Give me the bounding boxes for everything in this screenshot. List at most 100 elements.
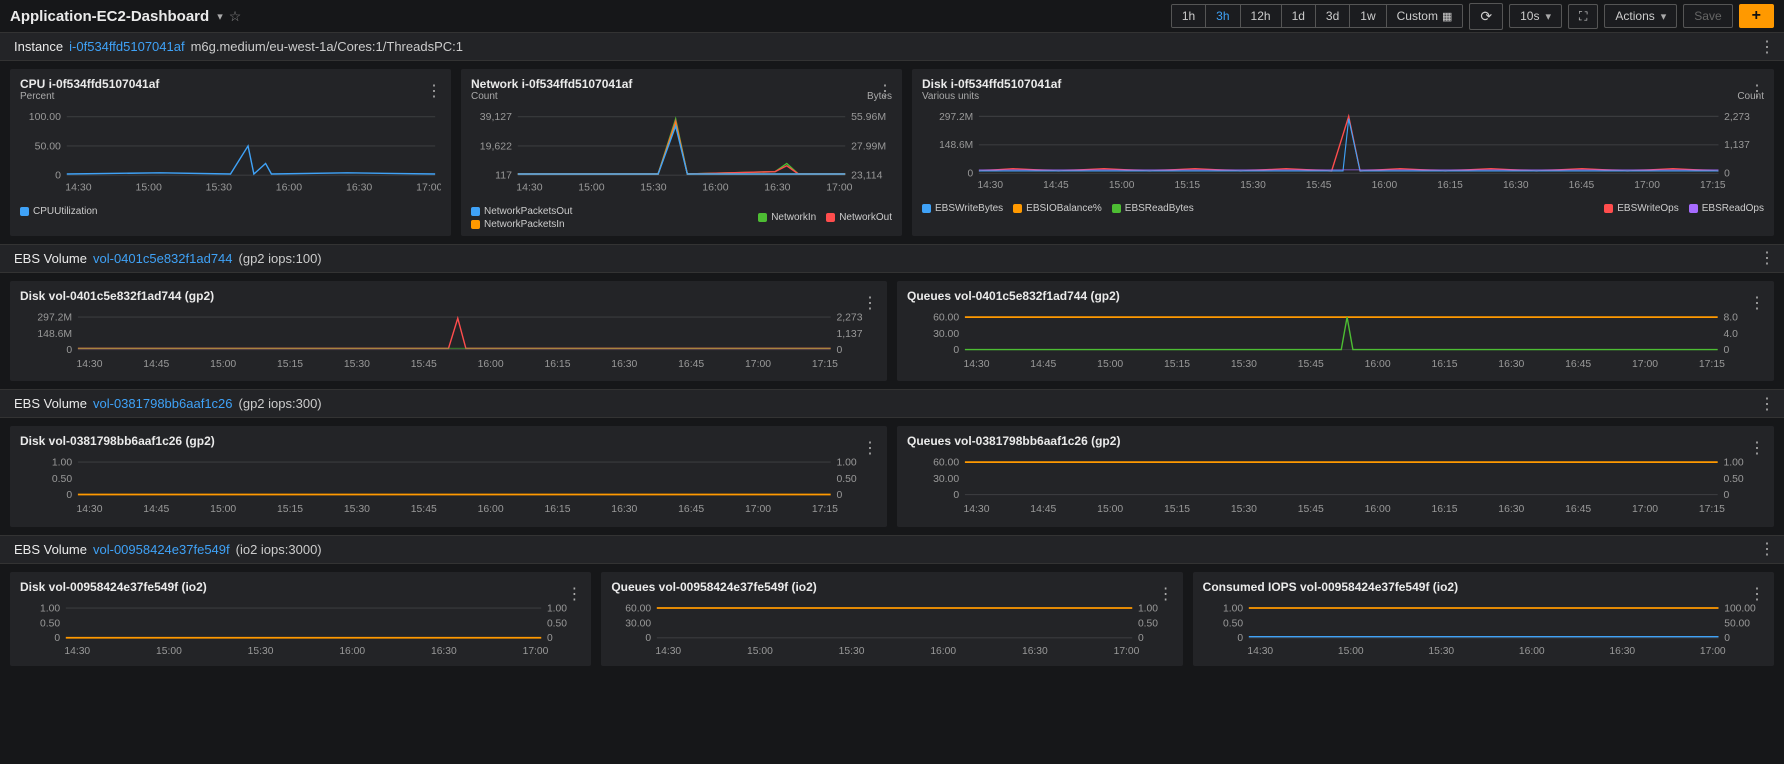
svg-text:15:45: 15:45 [1306, 180, 1332, 191]
svg-text:0: 0 [54, 633, 60, 644]
legend-label: EBSIOBalance% [1026, 203, 1102, 214]
svg-text:16:30: 16:30 [431, 646, 457, 657]
time-range-12h[interactable]: 12h [1241, 5, 1282, 27]
legend-item[interactable]: EBSReadBytes [1112, 203, 1194, 214]
svg-text:14:30: 14:30 [76, 358, 102, 369]
svg-text:15:15: 15:15 [277, 504, 303, 515]
legend-label: NetworkPacketsIn [484, 219, 565, 230]
y-axis-label-right: Bytes [867, 91, 892, 102]
svg-text:15:30: 15:30 [344, 504, 370, 515]
svg-text:16:30: 16:30 [611, 504, 637, 515]
save-button[interactable]: Save [1683, 4, 1732, 28]
legend-item[interactable]: EBSIOBalance% [1013, 203, 1102, 214]
refresh-interval-dropdown[interactable]: 10s [1509, 4, 1562, 28]
refresh-button[interactable] [1469, 3, 1503, 30]
svg-text:60.00: 60.00 [626, 603, 652, 614]
section-menu-icon[interactable]: ⋮ [1759, 248, 1774, 268]
legend-item[interactable]: EBSReadOps [1689, 203, 1764, 214]
time-range-1w[interactable]: 1w [1350, 5, 1386, 27]
svg-text:16:00: 16:00 [478, 504, 504, 515]
svg-text:15:00: 15:00 [210, 504, 236, 515]
legend-item[interactable]: NetworkOut [826, 206, 892, 230]
ebs1-disk-panel: Disk vol-0401c5e832f1ad744 (gp2) ⋮ 297.2… [10, 281, 887, 382]
ebs-volume-link[interactable]: vol-00958424e37fe549f [93, 542, 230, 557]
svg-text:0: 0 [836, 345, 842, 356]
time-range-1d[interactable]: 1d [1282, 5, 1316, 27]
panel-menu-icon[interactable]: ⋮ [862, 438, 877, 458]
section-menu-icon[interactable]: ⋮ [1759, 37, 1774, 57]
ebs2-queue-chart: 60.0030.000 1.000.500 14:3014:4515:0015:… [907, 454, 1764, 518]
svg-text:17:00: 17:00 [1114, 646, 1140, 657]
svg-text:1.00: 1.00 [547, 603, 567, 614]
title-dropdown-icon[interactable] [215, 9, 223, 23]
legend-item[interactable]: CPUUtilization [20, 206, 97, 217]
panel-menu-icon[interactable]: ⋮ [566, 584, 581, 604]
legend-swatch [1689, 204, 1698, 213]
top-bar: Application-EC2-Dashboard ☆ 1h3h12h1d3d1… [0, 0, 1784, 32]
svg-text:14:45: 14:45 [143, 504, 169, 515]
time-range-1h[interactable]: 1h [1172, 5, 1206, 27]
svg-text:16:00: 16:00 [478, 358, 504, 369]
legend-item[interactable]: NetworkPacketsIn [471, 219, 572, 230]
svg-text:14:45: 14:45 [1030, 358, 1056, 369]
legend-item[interactable]: EBSWriteBytes [922, 203, 1003, 214]
ebs3-charts-row: Disk vol-00958424e37fe549f (io2) ⋮ 1.000… [0, 564, 1784, 674]
svg-text:17:00: 17:00 [1632, 504, 1658, 515]
time-range-custom[interactable]: Custom [1387, 5, 1463, 27]
svg-text:15:15: 15:15 [1164, 358, 1190, 369]
legend-item[interactable]: NetworkIn [758, 206, 816, 230]
svg-text:16:45: 16:45 [1569, 180, 1595, 191]
legend-label: EBSReadOps [1702, 203, 1764, 214]
svg-text:15:15: 15:15 [277, 358, 303, 369]
svg-text:15:30: 15:30 [1231, 358, 1257, 369]
favorite-star-icon[interactable]: ☆ [229, 8, 242, 25]
legend-item[interactable]: EBSWriteOps [1604, 203, 1679, 214]
time-range-3d[interactable]: 3d [1316, 5, 1350, 27]
ebs3-disk-chart: 1.000.500 1.000.500 14:3015:0015:3016:00… [20, 600, 581, 657]
svg-text:15:15: 15:15 [1164, 504, 1190, 515]
panel-menu-icon[interactable]: ⋮ [1749, 293, 1764, 313]
legend-swatch [1013, 204, 1022, 213]
instance-label: Instance [14, 39, 63, 54]
svg-text:148.6M: 148.6M [939, 140, 973, 151]
panel-menu-icon[interactable]: ⋮ [1158, 584, 1173, 604]
svg-text:23,114: 23,114 [851, 170, 883, 182]
svg-text:0: 0 [1724, 169, 1730, 180]
svg-text:4.0: 4.0 [1723, 328, 1738, 339]
instance-id-link[interactable]: i-0f534ffd5107041af [69, 39, 184, 54]
disk-panel: Disk i-0f534ffd5107041af ⋮ Various units… [912, 69, 1774, 236]
ebs-volume-link[interactable]: vol-0401c5e832f1ad744 [93, 251, 233, 266]
panel-menu-icon[interactable]: ⋮ [426, 81, 441, 101]
panel-menu-icon[interactable]: ⋮ [1749, 584, 1764, 604]
svg-text:0.50: 0.50 [1723, 474, 1743, 485]
svg-text:0: 0 [547, 633, 553, 644]
instance-details: m6g.medium/eu-west-1a/Cores:1/ThreadsPC:… [191, 39, 463, 54]
legend-swatch [1604, 204, 1613, 213]
actions-dropdown[interactable]: Actions [1604, 4, 1677, 28]
panel-title: Queues vol-0401c5e832f1ad744 (gp2) [907, 289, 1764, 303]
svg-text:15:00: 15:00 [1338, 646, 1364, 657]
svg-text:17:15: 17:15 [812, 358, 838, 369]
section-menu-icon[interactable]: ⋮ [1759, 394, 1774, 414]
y-axis-label-right: Count [1737, 91, 1764, 102]
svg-text:15:00: 15:00 [210, 358, 236, 369]
svg-text:55.96M: 55.96M [851, 111, 886, 123]
svg-text:117: 117 [495, 170, 512, 182]
svg-text:0.50: 0.50 [1223, 618, 1243, 629]
fullscreen-button[interactable] [1568, 4, 1598, 29]
svg-text:8.0: 8.0 [1723, 312, 1738, 323]
svg-text:1,137: 1,137 [836, 328, 862, 339]
panel-menu-icon[interactable]: ⋮ [1749, 438, 1764, 458]
add-widget-button[interactable]: + [1739, 4, 1774, 28]
time-range-3h[interactable]: 3h [1206, 5, 1240, 27]
svg-text:19,622: 19,622 [480, 140, 512, 152]
section-menu-icon[interactable]: ⋮ [1759, 539, 1774, 559]
ebs-volume-link[interactable]: vol-0381798bb6aaf1c26 [93, 396, 233, 411]
ebs-details: (gp2 iops:100) [239, 251, 322, 266]
legend-item[interactable]: NetworkPacketsOut [471, 206, 572, 217]
svg-text:14:30: 14:30 [1247, 646, 1273, 657]
panel-menu-icon[interactable]: ⋮ [862, 293, 877, 313]
ebs3-disk-panel: Disk vol-00958424e37fe549f (io2) ⋮ 1.000… [10, 572, 591, 666]
time-range-selector: 1h3h12h1d3d1wCustom [1171, 4, 1464, 28]
svg-text:17:15: 17:15 [1699, 504, 1725, 515]
